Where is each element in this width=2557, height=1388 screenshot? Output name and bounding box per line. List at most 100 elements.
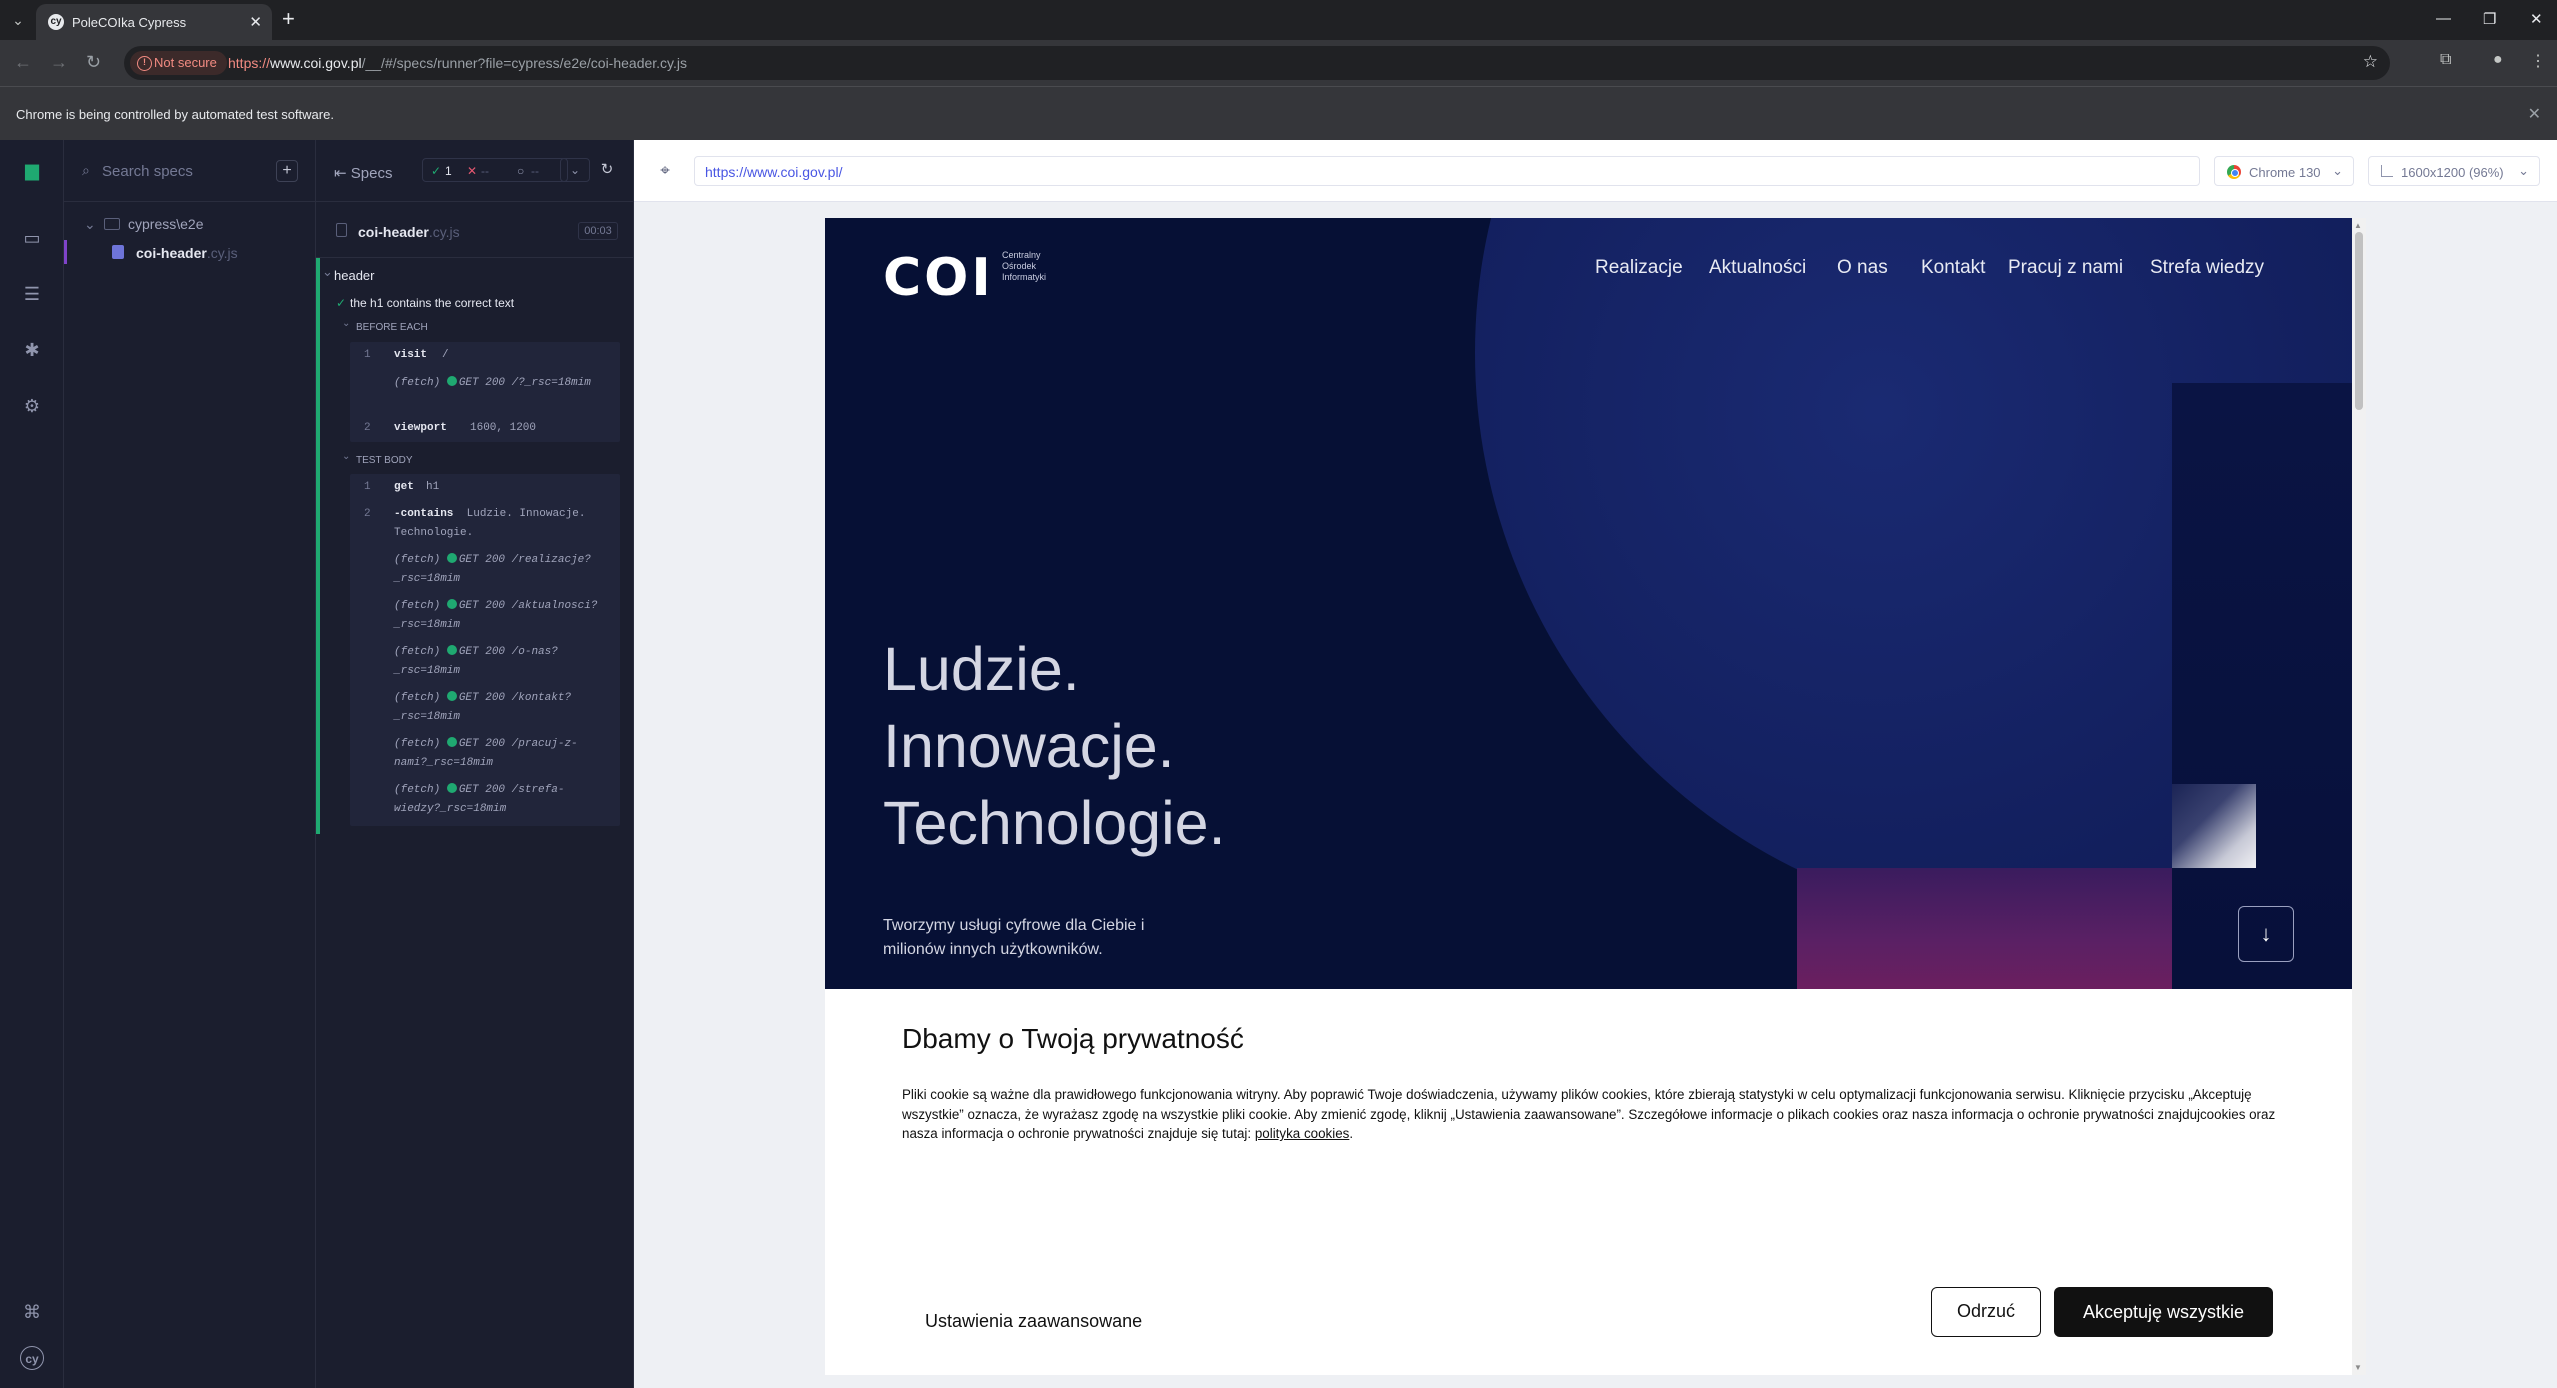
accept-all-button[interactable]: Akceptuję wszystkie: [2054, 1287, 2273, 1337]
failed-x-icon: ✕: [467, 164, 478, 178]
nav-aktualnosci[interactable]: Aktualności: [1709, 257, 1806, 279]
reporter-header: ⇤ Specs ✓ 1 ✕ -- ○ -- ⌄ ↻: [316, 140, 634, 202]
nav-o-nas[interactable]: O nas: [1837, 257, 1888, 279]
viewport-info[interactable]: 1600x1200 (96%) ⌄: [2368, 156, 2540, 186]
add-spec-button[interactable]: +: [276, 160, 298, 182]
nav-strefa-wiedzy[interactable]: Strefa wiedzy: [2150, 257, 2264, 279]
hero-magenta-decoration: [1797, 868, 2172, 989]
test-title[interactable]: ✓ the h1 contains the correct text: [336, 296, 514, 310]
viewport-icon: [2381, 165, 2393, 177]
spec-document-icon: [336, 223, 347, 237]
folder-name: cypress\e2e: [128, 216, 204, 232]
cookie-policy-link[interactable]: polityka cookies: [1255, 1126, 1350, 1141]
runs-icon[interactable]: ▭: [20, 226, 44, 250]
failed-count: --: [481, 164, 489, 178]
reject-button[interactable]: Odrzuć: [1931, 1287, 2041, 1337]
settings-icon[interactable]: ⚙: [20, 394, 44, 418]
hero-description: Tworzymy usługi cyfrowe dla Ciebie i mil…: [883, 917, 1145, 958]
automation-infobar: Chrome is being controlled by automated …: [0, 86, 2557, 140]
search-specs-input[interactable]: [102, 158, 262, 184]
status-dot: [446, 599, 457, 609]
cypress-logo-icon: cy: [20, 1346, 44, 1370]
check-icon: ✓: [336, 296, 347, 310]
new-tab-icon[interactable]: +: [282, 8, 295, 30]
browser-tabbar: ⌄ cy PoleCOIka Cypress ✕ + — ❐ ✕: [0, 0, 2557, 40]
chevron-down-icon: ⌄: [2332, 163, 2343, 178]
profile-icon[interactable]: ●: [2493, 51, 2503, 69]
aut-header: ⌖ https://www.coi.gov.pl/ Chrome 130 ⌄ 1…: [634, 140, 2557, 202]
tab-close-icon[interactable]: ✕: [249, 13, 262, 31]
tab-search-icon[interactable]: ⌄: [6, 8, 30, 32]
selector-playground-icon[interactable]: ⌖: [652, 158, 678, 184]
folder-row[interactable]: ⌄ cypress\e2e: [84, 216, 203, 233]
chrome-icon: [2227, 165, 2241, 179]
aut-scroll-thumb[interactable]: [2355, 232, 2363, 410]
pending-count: --: [531, 164, 539, 178]
address-url[interactable]: https://www.coi.gov.pl/__/#/specs/runner…: [228, 55, 687, 71]
aut-iframe: COI Centralny Ośrodek Informatyki Realizac…: [825, 218, 2352, 1375]
nav-pracuj-z-nami[interactable]: Pracuj z nami: [2008, 257, 2123, 279]
cookie-text: Pliki cookie są ważne dla prawidłowego f…: [902, 1087, 2276, 1141]
debug-icon[interactable]: ✱: [20, 338, 44, 362]
extensions-icon[interactable]: ⧉: [2440, 51, 2451, 69]
aut-url-bar[interactable]: https://www.coi.gov.pl/: [694, 156, 2200, 186]
before-each-commands: 1 visit / (fetch) GET 200 /?_rsc=18mim 2…: [350, 342, 620, 442]
spec-file-name: coi-header.cy.js: [136, 245, 238, 261]
specs-toggle[interactable]: ⇤ Specs: [334, 164, 392, 182]
back-icon[interactable]: ←: [14, 52, 32, 73]
reporter-options-button[interactable]: ⌄: [560, 158, 590, 182]
test-body-label[interactable]: TEST BODY: [342, 451, 412, 466]
bookmark-star-icon[interactable]: ☆: [2363, 52, 2378, 72]
browser-toolbar: ← → ↻ Not secure https://www.coi.gov.pl/…: [0, 40, 2557, 86]
folder-icon: [104, 218, 120, 230]
reload-icon[interactable]: ↻: [86, 52, 101, 73]
status-dot: [446, 737, 457, 747]
nav-realizacje[interactable]: Realizacje: [1595, 257, 1683, 279]
scroll-down-arrow-icon[interactable]: ↓: [2238, 906, 2294, 962]
chevron-down-icon: ⌄: [84, 216, 96, 232]
minimize-icon[interactable]: —: [2436, 10, 2451, 27]
nav-kontakt[interactable]: Kontakt: [1921, 257, 1985, 279]
active-indicator: [64, 240, 67, 264]
project-icon[interactable]: ▆: [20, 158, 44, 182]
spec-file-row[interactable]: coi-header.cy.js: [64, 240, 316, 264]
before-each-label[interactable]: BEFORE EACH: [342, 318, 428, 333]
reporter-panel: ⇤ Specs ✓ 1 ✕ -- ○ -- ⌄ ↻ coi-header.cy.…: [316, 140, 634, 1388]
spec-file-icon: [112, 245, 124, 259]
cookie-banner: Dbamy o Twoją prywatność Pliki cookie są…: [825, 989, 2352, 1375]
hero-gradient-decoration: [2172, 784, 2256, 868]
suite-block: header ✓the h1 contains the correct text…: [316, 258, 634, 834]
window-close-icon[interactable]: ✕: [2530, 10, 2543, 28]
test-body-commands: 1 get h1 2 -contains Ludzie. Innowacje. …: [350, 474, 620, 826]
browser-selector[interactable]: Chrome 130 ⌄: [2214, 156, 2354, 186]
keyboard-shortcuts-icon[interactable]: ⌘: [20, 1300, 44, 1324]
browser-tab[interactable]: cy PoleCOIka Cypress ✕: [36, 4, 272, 40]
suite-title[interactable]: header: [322, 264, 375, 283]
passed-check-icon: ✓: [431, 164, 442, 178]
advanced-settings-button[interactable]: Ustawienia zaawansowane: [925, 1311, 1142, 1332]
passed-count: 1: [445, 164, 452, 178]
hero-section: COI Centralny Ośrodek Informatyki Realizac…: [825, 218, 2352, 989]
status-dot: [446, 553, 457, 563]
security-chip[interactable]: Not secure: [130, 51, 227, 75]
coi-logo[interactable]: COI: [883, 248, 994, 308]
aut-url: https://www.coi.gov.pl/: [705, 164, 843, 180]
chrome-menu-icon[interactable]: ⋮: [2530, 51, 2546, 71]
scroll-up-arrow-icon[interactable]: ▲: [2354, 221, 2362, 230]
cypress-favicon-icon: cy: [48, 14, 64, 30]
rerun-icon[interactable]: ↻: [594, 158, 620, 182]
hero-heading: Ludzie. Innowacje. Technologie.: [883, 635, 1226, 857]
restore-icon[interactable]: ❐: [2483, 10, 2496, 28]
status-dot: [446, 376, 457, 386]
test-stats: ✓ 1 ✕ -- ○ --: [422, 158, 568, 182]
address-bar[interactable]: Not secure https://www.coi.gov.pl/__/#/s…: [124, 46, 2390, 80]
scroll-down-small-arrow-icon[interactable]: ▼: [2354, 1363, 2362, 1372]
infobar-message: Chrome is being controlled by automated …: [16, 107, 334, 122]
infobar-close-icon[interactable]: ✕: [2528, 104, 2541, 124]
spec-duration: 00:03: [578, 222, 618, 240]
spec-title-row: coi-header.cy.js 00:03: [316, 202, 634, 258]
specs-icon[interactable]: ☰: [20, 282, 44, 306]
spec-search-row: ⌕ +: [64, 140, 316, 202]
chevron-down-icon: ⌄: [2518, 163, 2529, 178]
forward-icon[interactable]: →: [50, 52, 68, 73]
